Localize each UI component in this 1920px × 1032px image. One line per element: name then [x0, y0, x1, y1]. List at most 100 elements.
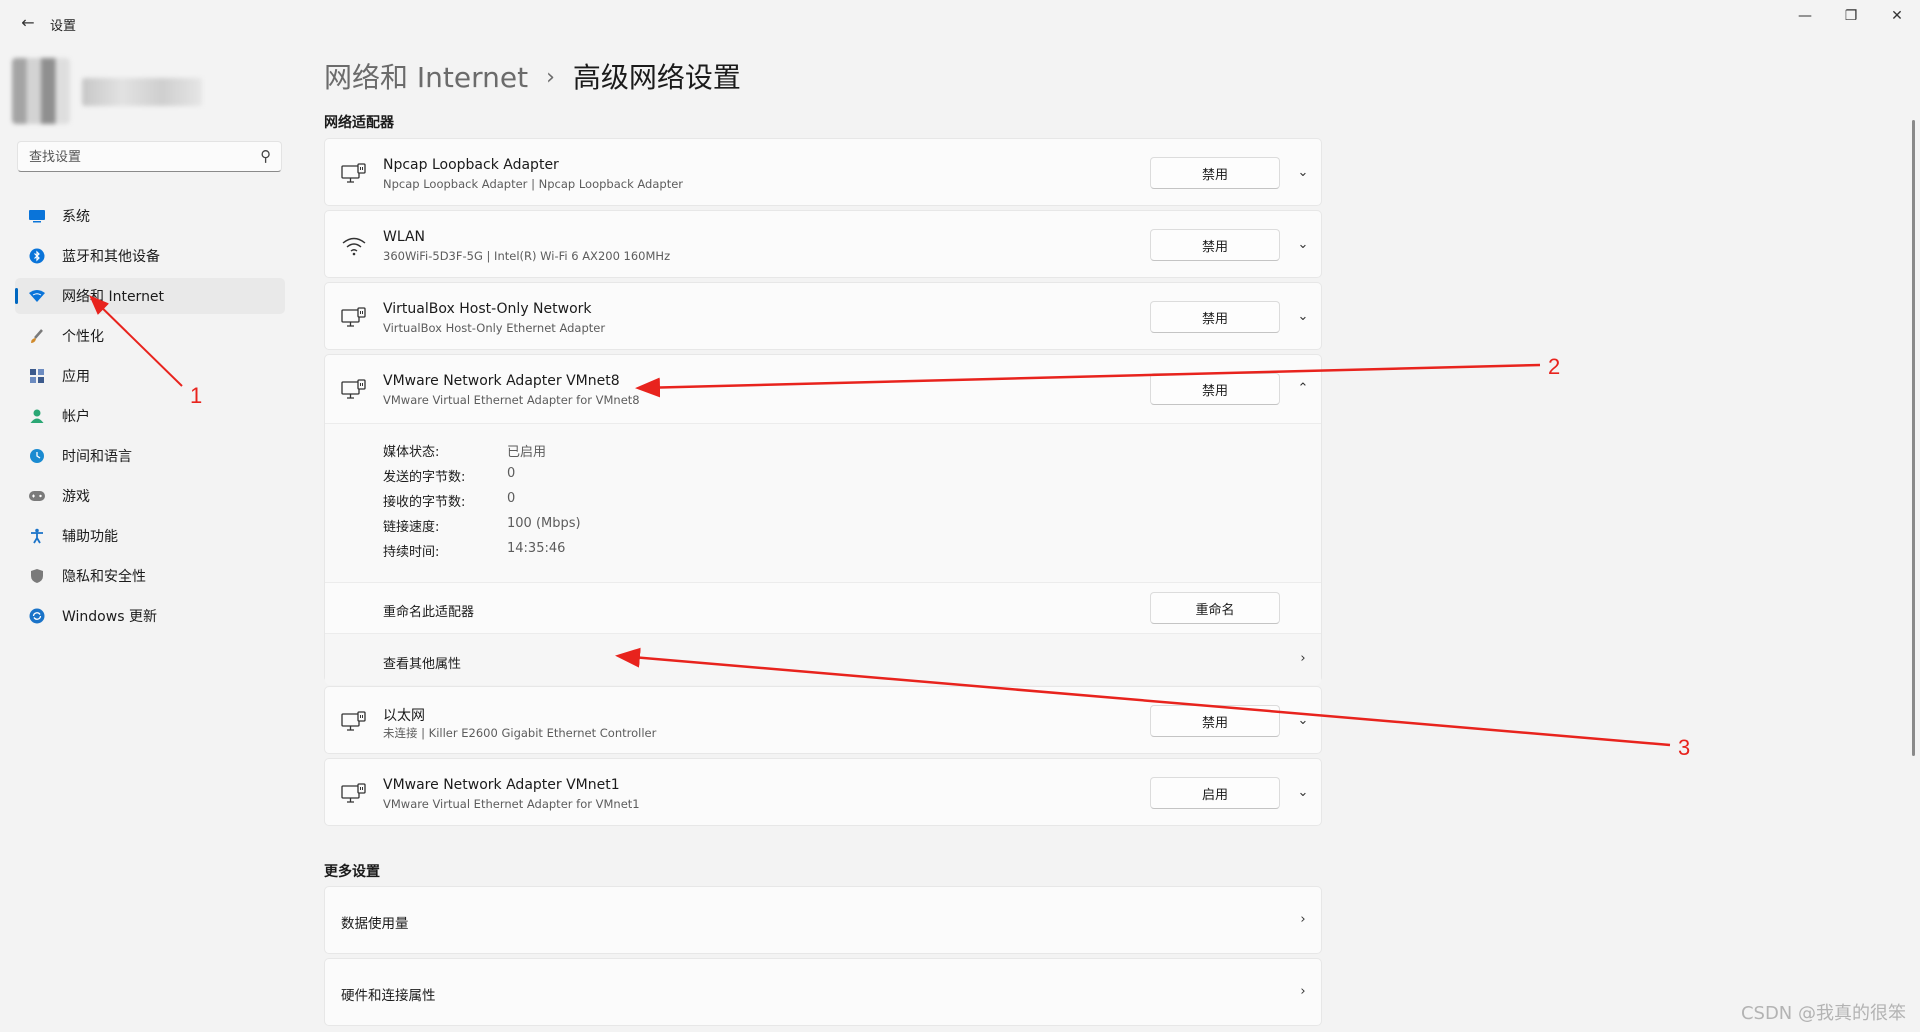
chevron-down-icon[interactable]: ⌄ [1293, 783, 1313, 803]
detail-value: 已启用 [507, 445, 547, 460]
sidebar-item-time-language[interactable]: 时间和语言 [15, 438, 285, 474]
adapter-header[interactable]: WLAN 360WiFi-5D3F-5G | Intel(R) Wi-Fi 6 … [325, 211, 1321, 279]
adapter-description: 360WiFi-5D3F-5G | Intel(R) Wi-Fi 6 AX200… [383, 249, 671, 263]
sidebar-item-label: 蓝牙和其他设备 [62, 249, 160, 265]
arrow-left-icon: ← [21, 13, 35, 32]
detail-value: 0 [507, 491, 516, 506]
window-controls: — ❐ ✕ [1782, 0, 1920, 32]
search-box: ⚲ [17, 141, 282, 173]
chevron-right-icon: › [546, 65, 555, 90]
adapter-header[interactable]: VMware Network Adapter VMnet8 VMware Vir… [325, 355, 1321, 423]
username-blurred [82, 78, 202, 106]
sidebar-item-label: Windows 更新 [62, 609, 157, 625]
apps-icon [27, 366, 47, 386]
sidebar-item-personalization[interactable]: 个性化 [15, 318, 285, 354]
adapter-card-vmnet8[interactable]: VMware Network Adapter VMnet8 VMware Vir… [324, 354, 1322, 685]
detail-label: 媒体状态: [383, 445, 440, 460]
breadcrumb: 网络和 Internet › 高级网络设置 [324, 56, 741, 96]
sidebar-item-system[interactable]: 系统 [15, 198, 285, 234]
disable-button[interactable]: 禁用 [1150, 705, 1280, 737]
view-more-properties-row[interactable]: 查看其他属性 › [325, 633, 1321, 685]
rename-adapter-label: 重命名此适配器 [383, 605, 475, 620]
chevron-down-icon[interactable]: ⌄ [1293, 711, 1313, 731]
sidebar-item-label: 系统 [62, 209, 90, 225]
detail-value: 100 (Mbps) [507, 516, 581, 531]
chevron-right-icon[interactable]: › [1293, 649, 1313, 669]
accessibility-icon [27, 526, 47, 546]
hardware-properties-label: 硬件和连接属性 [341, 988, 436, 1004]
network-adapter-icon [341, 711, 366, 731]
adapter-header[interactable]: VirtualBox Host-Only Network VirtualBox … [325, 283, 1321, 351]
annotation-label-3: 3 [1678, 735, 1691, 760]
sidebar: ⚲ 系统 蓝牙和其他设备 网络和 Internet 个性化 [0, 46, 300, 1032]
sidebar-item-apps[interactable]: 应用 [15, 358, 285, 394]
chevron-down-icon[interactable]: ⌄ [1293, 235, 1313, 255]
sidebar-item-bluetooth[interactable]: 蓝牙和其他设备 [15, 238, 285, 274]
sidebar-nav: 系统 蓝牙和其他设备 网络和 Internet 个性化 应用 帐户 时间和语言 … [15, 198, 285, 638]
watermark: CSDN @我真的很笨 [1740, 1003, 1906, 1024]
disable-button[interactable]: 禁用 [1150, 373, 1280, 405]
adapter-card-ethernet[interactable]: 以太网 未连接 | Killer E2600 Gigabit Ethernet … [324, 686, 1322, 754]
chevron-right-icon[interactable]: › [1293, 982, 1313, 1002]
page-title: 高级网络设置 [572, 61, 741, 94]
sidebar-item-label: 应用 [62, 369, 90, 385]
detail-value: 14:35:46 [507, 541, 566, 556]
detail-label: 接收的字节数: [383, 495, 466, 510]
scrollbar[interactable] [1912, 120, 1915, 756]
sidebar-item-accounts[interactable]: 帐户 [15, 398, 285, 434]
sidebar-item-label: 个性化 [62, 329, 104, 345]
network-adapter-icon [341, 163, 366, 183]
network-adapter-icon [341, 783, 366, 803]
adapter-card-virtualbox[interactable]: VirtualBox Host-Only Network VirtualBox … [324, 282, 1322, 350]
search-input[interactable] [27, 142, 251, 173]
sidebar-item-gaming[interactable]: 游戏 [15, 478, 285, 514]
restore-button[interactable]: ❐ [1828, 0, 1874, 32]
chevron-down-icon[interactable]: ⌄ [1293, 307, 1313, 327]
search-icon[interactable]: ⚲ [260, 147, 271, 165]
enable-button[interactable]: 启用 [1150, 777, 1280, 809]
hardware-properties-row[interactable]: 硬件和连接属性 › [324, 958, 1322, 1026]
gamepad-icon [27, 486, 47, 506]
back-button[interactable]: ← [14, 10, 42, 36]
close-button[interactable]: ✕ [1874, 0, 1920, 32]
breadcrumb-parent[interactable]: 网络和 Internet [324, 61, 528, 94]
detail-label: 发送的字节数: [383, 470, 466, 485]
person-icon [27, 406, 47, 426]
sidebar-item-accessibility[interactable]: 辅助功能 [15, 518, 285, 554]
network-adapter-icon [341, 307, 366, 327]
section-title-adapters: 网络适配器 [324, 115, 394, 131]
chevron-down-icon[interactable]: ⌄ [1293, 163, 1313, 183]
adapter-details: 媒体状态: 已启用 发送的字节数: 0 接收的字节数: 0 链接速度: 100 … [325, 423, 1321, 582]
adapter-header[interactable]: VMware Network Adapter VMnet1 VMware Vir… [325, 759, 1321, 827]
adapter-description: Npcap Loopback Adapter | Npcap Loopback … [383, 177, 684, 191]
detail-value: 0 [507, 466, 516, 481]
user-profile[interactable] [12, 54, 207, 128]
adapter-card-wlan[interactable]: WLAN 360WiFi-5D3F-5G | Intel(R) Wi-Fi 6 … [324, 210, 1322, 278]
adapter-header[interactable]: 以太网 未连接 | Killer E2600 Gigabit Ethernet … [325, 687, 1321, 755]
view-more-properties-label: 查看其他属性 [383, 657, 462, 672]
sidebar-item-label: 游戏 [62, 489, 90, 505]
sidebar-item-windows-update[interactable]: Windows 更新 [15, 598, 285, 634]
disable-button[interactable]: 禁用 [1150, 157, 1280, 189]
sidebar-item-label: 辅助功能 [62, 529, 118, 545]
monitor-icon [27, 206, 47, 226]
title-bar: ← 设置 — ❐ ✕ [0, 0, 1920, 46]
adapter-card-npcap[interactable]: Npcap Loopback Adapter Npcap Loopback Ad… [324, 138, 1322, 206]
disable-button[interactable]: 禁用 [1150, 229, 1280, 261]
chevron-up-icon[interactable]: ⌃ [1293, 379, 1313, 399]
disable-button[interactable]: 禁用 [1150, 301, 1280, 333]
adapter-description: VMware Virtual Ethernet Adapter for VMne… [383, 393, 640, 407]
avatar [12, 58, 70, 124]
sidebar-item-network[interactable]: 网络和 Internet [15, 278, 285, 314]
rename-adapter-row: 重命名此适配器 重命名 [325, 582, 1321, 633]
rename-button[interactable]: 重命名 [1150, 592, 1280, 624]
network-adapter-icon [341, 379, 366, 399]
adapter-header[interactable]: Npcap Loopback Adapter Npcap Loopback Ad… [325, 139, 1321, 207]
minimize-button[interactable]: — [1782, 0, 1828, 32]
chevron-right-icon[interactable]: › [1293, 910, 1313, 930]
sidebar-item-privacy[interactable]: 隐私和安全性 [15, 558, 285, 594]
data-usage-row[interactable]: 数据使用量 › [324, 886, 1322, 954]
annotation-label-1: 1 [190, 383, 203, 408]
window-title: 设置 [50, 19, 77, 34]
adapter-card-vmnet1[interactable]: VMware Network Adapter VMnet1 VMware Vir… [324, 758, 1322, 826]
